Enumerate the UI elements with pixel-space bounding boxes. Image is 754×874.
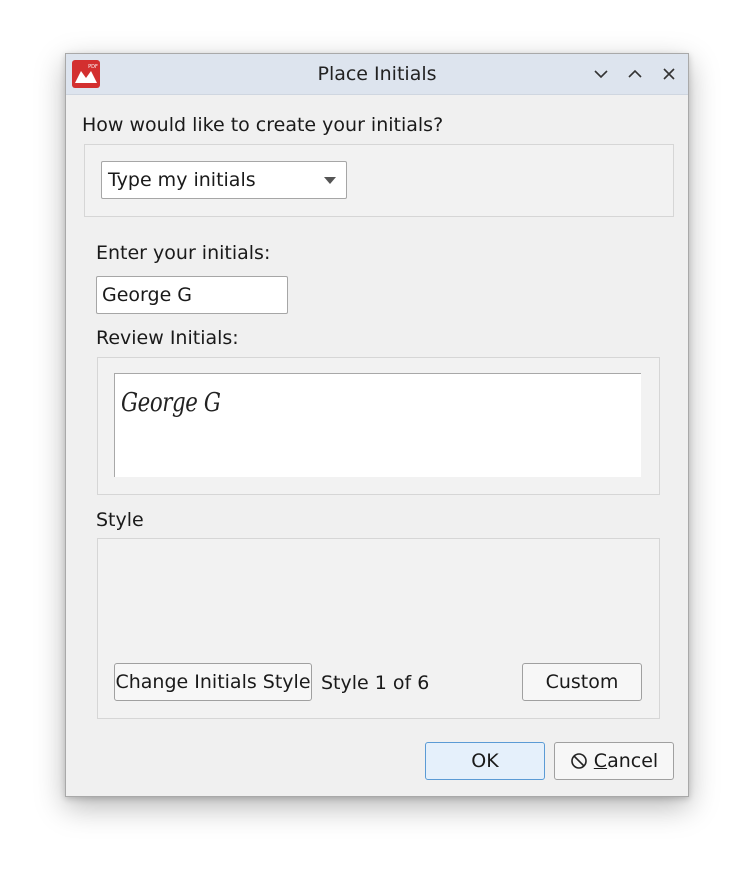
chevron-down-icon bbox=[594, 70, 608, 79]
change-initials-style-button[interactable]: Change Initials Style bbox=[114, 663, 312, 701]
ok-button[interactable]: OK bbox=[425, 742, 545, 780]
initials-input[interactable] bbox=[96, 276, 288, 314]
cancel-button[interactable]: Cancel bbox=[554, 742, 674, 780]
creation-question: How would like to create your initials? bbox=[82, 114, 444, 136]
creation-method-dropdown[interactable]: Type my initials bbox=[101, 161, 347, 199]
chevron-up-icon bbox=[628, 69, 642, 78]
style-label: Style bbox=[96, 509, 144, 531]
maximize-button[interactable] bbox=[624, 63, 646, 85]
dropdown-arrow-icon bbox=[324, 177, 336, 184]
title-bar[interactable]: PDF Place Initials bbox=[66, 54, 688, 95]
creation-method-value: Type my initials bbox=[108, 169, 256, 191]
minimize-button[interactable] bbox=[590, 63, 612, 85]
initials-label: Enter your initials: bbox=[96, 242, 271, 264]
style-status: Style 1 of 6 bbox=[321, 672, 430, 694]
cancel-icon bbox=[570, 753, 587, 769]
initials-preview: George G bbox=[114, 373, 641, 477]
cancel-label: Cancel bbox=[593, 750, 659, 772]
place-initials-dialog: PDF Place Initials How would like to cre… bbox=[65, 53, 689, 797]
initials-preview-text: George G bbox=[121, 388, 221, 418]
review-label: Review Initials: bbox=[96, 327, 239, 349]
close-button[interactable] bbox=[658, 63, 680, 85]
custom-button[interactable]: Custom bbox=[522, 663, 642, 701]
close-icon bbox=[663, 68, 675, 80]
